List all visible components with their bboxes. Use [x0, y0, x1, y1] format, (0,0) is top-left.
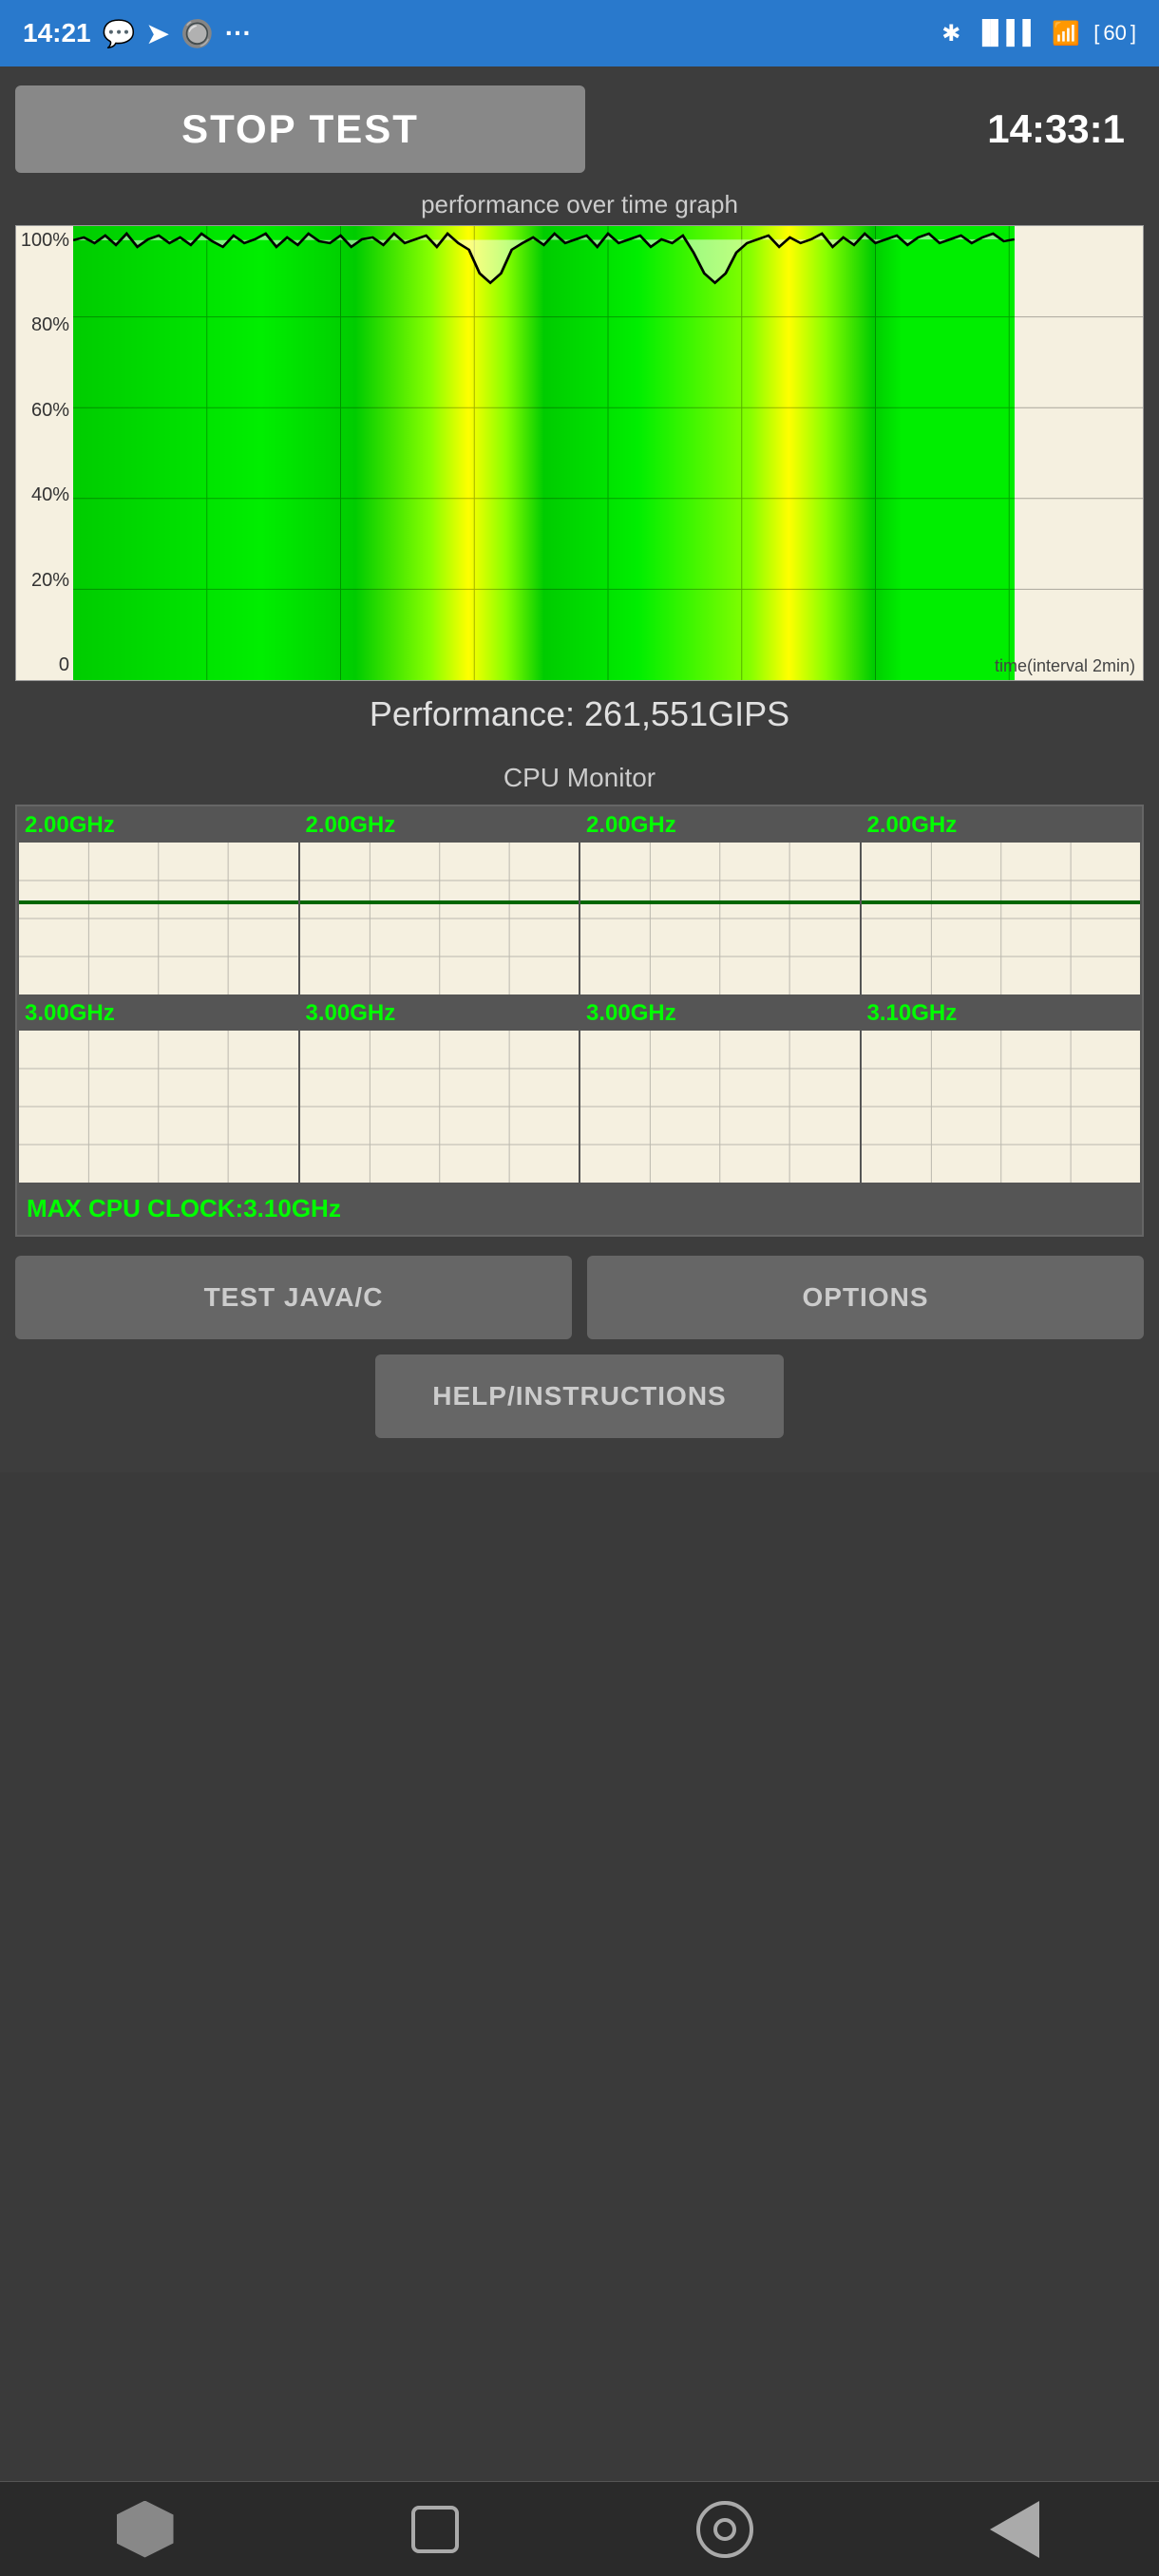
status-bar: 14:21 💬 ➤ 🔘 ··· ✱ ▐▌▌▌ 📶 [60]	[0, 0, 1159, 66]
cpu-core-1-label: 2.00GHz	[300, 808, 580, 843]
timer-display: 14:33:1	[600, 106, 1144, 152]
cpu-core-4-label: 3.00GHz	[19, 996, 298, 1031]
cpu-core-3: 2.00GHz	[862, 808, 1141, 994]
recents-square-icon	[411, 2506, 459, 2553]
more-icon: ···	[225, 18, 252, 48]
nav-home-button[interactable]	[107, 2491, 183, 2567]
y-label-20: 20%	[18, 570, 69, 592]
help-instructions-button[interactable]: HELP/INSTRUCTIONS	[375, 1354, 783, 1438]
y-label-0: 0	[18, 654, 69, 676]
cpu-core-3-label: 2.00GHz	[862, 808, 1141, 843]
cpu-core-4-graph	[19, 1031, 298, 1183]
help-button-row: HELP/INSTRUCTIONS	[15, 1354, 1144, 1438]
performance-text: Performance: 261,551GIPS	[15, 694, 1144, 734]
max-cpu-text: MAX CPU CLOCK:3.10GHz	[19, 1184, 1140, 1233]
cpu-core-6: 3.00GHz	[580, 996, 860, 1183]
cpu-core-5: 3.00GHz	[300, 996, 580, 1183]
cpu-grid-container: 2.00GHz 2.00GHz	[15, 805, 1144, 1237]
action-button-row: TEST JAVA/C OPTIONS	[15, 1256, 1144, 1339]
cpu-core-7: 3.10GHz	[862, 996, 1141, 1183]
cpu-core-1-graph	[300, 843, 580, 994]
cpu-core-6-graph	[580, 1031, 860, 1183]
cpu-monitor-section: CPU Monitor 2.00GHz	[15, 763, 1144, 1237]
navigation-icon: ➤	[147, 18, 169, 49]
cpu-core-1-active-line	[300, 900, 580, 904]
performance-noise-line	[73, 226, 1015, 340]
cpu-core-4: 3.00GHz	[19, 996, 298, 1183]
bluetooth-icon: ✱	[941, 20, 960, 47]
graph-y-axis: 100% 80% 60% 40% 20% 0	[16, 226, 73, 680]
graph-title: performance over time graph	[15, 190, 1144, 219]
cpu-row-1: 2.00GHz 2.00GHz	[19, 808, 1140, 994]
status-left: 14:21 💬 ➤ 🔘 ···	[23, 18, 252, 49]
status-right: ✱ ▐▌▌▌ 📶 [60]	[941, 20, 1136, 47]
battery-icon: [60]	[1093, 21, 1136, 46]
test-java-c-button[interactable]: TEST JAVA/C	[15, 1256, 572, 1339]
cpu-core-2-graph	[580, 843, 860, 994]
nav-home-circle-button[interactable]	[687, 2491, 763, 2567]
cpu-core-1: 2.00GHz	[300, 808, 580, 994]
performance-graph-container: performance over time graph 100% 80% 60%…	[15, 190, 1144, 681]
cpu-core-6-label: 3.00GHz	[580, 996, 860, 1031]
main-content: STOP TEST 14:33:1 performance over time …	[0, 66, 1159, 1472]
graph-area: time(interval 2min)	[73, 226, 1143, 680]
cpu-core-3-active-line	[862, 900, 1141, 904]
y-label-60: 60%	[18, 400, 69, 422]
cpu-core-2: 2.00GHz	[580, 808, 860, 994]
signal-icon: ▐▌▌▌	[974, 20, 1038, 47]
message-icon: 💬	[103, 18, 136, 49]
cpu-core-0-active-line	[19, 900, 298, 904]
cpu-core-7-graph	[862, 1031, 1141, 1183]
bottom-nav	[0, 2481, 1159, 2576]
nav-recents-button[interactable]	[397, 2491, 473, 2567]
status-time: 14:21	[23, 18, 91, 48]
cpu-core-2-label: 2.00GHz	[580, 808, 860, 843]
y-label-80: 80%	[18, 314, 69, 336]
cpu-core-5-graph	[300, 1031, 580, 1183]
home-hexagon-icon	[117, 2501, 174, 2558]
wifi-icon: 📶	[1052, 20, 1080, 47]
y-label-100: 100%	[18, 230, 69, 252]
y-label-40: 40%	[18, 484, 69, 506]
time-label: time(interval 2min)	[995, 656, 1135, 676]
cpu-core-0: 2.00GHz	[19, 808, 298, 994]
vpn-icon: 🔘	[180, 18, 214, 49]
home-circle-icon	[696, 2501, 753, 2558]
top-row: STOP TEST 14:33:1	[15, 85, 1144, 173]
nav-back-button[interactable]	[977, 2491, 1053, 2567]
cpu-core-7-label: 3.10GHz	[862, 996, 1141, 1031]
stop-test-button[interactable]: STOP TEST	[15, 85, 585, 173]
graph-wrapper: 100% 80% 60% 40% 20% 0	[15, 225, 1144, 681]
cpu-core-0-graph	[19, 843, 298, 994]
cpu-core-5-label: 3.00GHz	[300, 996, 580, 1031]
cpu-core-0-label: 2.00GHz	[19, 808, 298, 843]
back-triangle-icon	[990, 2501, 1039, 2558]
cpu-monitor-title: CPU Monitor	[15, 763, 1144, 793]
cpu-core-2-active-line	[580, 900, 860, 904]
options-button[interactable]: OPTIONS	[587, 1256, 1144, 1339]
cpu-core-3-graph	[862, 843, 1141, 994]
cpu-row-2: 3.00GHz 3.00GHz	[19, 996, 1140, 1183]
